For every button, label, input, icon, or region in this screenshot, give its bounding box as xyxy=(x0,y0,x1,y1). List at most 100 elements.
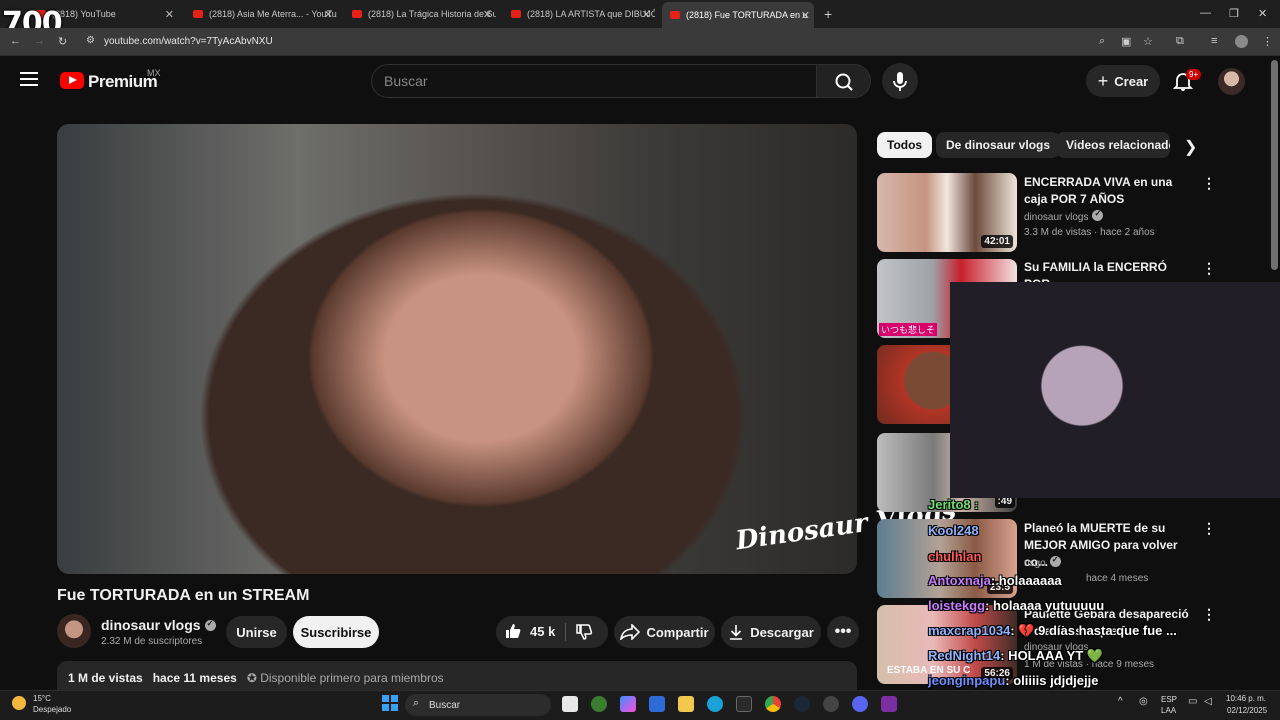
channel-avatar[interactable] xyxy=(57,614,91,648)
copilot-icon[interactable] xyxy=(620,696,636,712)
webcam-overlay xyxy=(950,282,1280,498)
taskbar-search[interactable]: Buscar xyxy=(405,694,551,716)
edge-icon[interactable] xyxy=(707,696,723,712)
join-button[interactable]: Unirse xyxy=(226,616,287,648)
discord-icon[interactable] xyxy=(852,696,868,712)
tab-label: (2818) Asia Me Aterra... - YouTu xyxy=(209,9,337,19)
store-icon[interactable] xyxy=(649,696,665,712)
more-actions-button[interactable]: ••• xyxy=(827,616,859,648)
chip-related[interactable]: Videos relacionados xyxy=(1056,132,1170,158)
share-button[interactable]: Compartir xyxy=(614,616,715,648)
more-vertical-icon[interactable]: ⋮ xyxy=(1202,520,1216,537)
video-player[interactable] xyxy=(57,124,857,574)
volume-icon[interactable]: ◁ xyxy=(1204,696,1212,707)
chrome-menu-icon[interactable]: ⋮ xyxy=(1262,35,1273,48)
related-channel-text: dinosaur vlogs xyxy=(1024,212,1089,223)
chat-message: RedNight14: HOLAAA YT 💚 xyxy=(928,648,1103,664)
dislike-button[interactable] xyxy=(575,623,593,644)
steam-icon[interactable] xyxy=(794,696,810,712)
weather-moon-icon[interactable] xyxy=(12,696,26,710)
mic-icon xyxy=(893,72,907,91)
related-channel[interactable]: dinosaur vlogs xyxy=(1024,209,1104,223)
bookmark-star-icon[interactable]: ☆ xyxy=(1143,35,1153,48)
close-window-icon[interactable]: ✕ xyxy=(1258,7,1267,20)
related-thumbnail[interactable]: 42:01 xyxy=(877,173,1017,252)
obs-icon[interactable] xyxy=(823,696,839,712)
maximize-icon[interactable]: ❐ xyxy=(1229,7,1239,20)
network-icon[interactable]: ▭ xyxy=(1188,696,1197,707)
profile-avatar[interactable] xyxy=(1235,35,1248,48)
chat-user: Antoxnaja xyxy=(928,573,991,588)
tab-close-icon[interactable]: ✕ xyxy=(324,8,333,21)
site-info-icon[interactable]: ⚙ xyxy=(86,35,95,46)
tab-close-icon[interactable]: ✕ xyxy=(165,8,174,21)
related-title[interactable]: ENCERRADA VIVA en una caja POR 7 AÑOS xyxy=(1024,174,1194,208)
windows-start-icon[interactable] xyxy=(382,695,398,711)
more-vertical-icon[interactable]: ⋮ xyxy=(1202,606,1216,623)
url-text[interactable]: youtube.com/watch?v=7TyAcAbvNXU xyxy=(104,36,273,47)
tab-torturada-active[interactable]: (2818) Fue TORTURADA en u ✕ xyxy=(662,2,814,28)
chip-all[interactable]: Todos xyxy=(877,132,933,158)
tab-asia[interactable]: (2818) Asia Me Aterra... - YouTu ✕ xyxy=(185,4,337,24)
clock-date[interactable]: 02/12/2025 xyxy=(1227,706,1267,715)
subscribe-button[interactable]: Suscribirse xyxy=(293,616,379,648)
chat-message: Kool248 xyxy=(928,523,979,538)
plus-icon: + xyxy=(1097,70,1109,91)
youtube-logo-icon[interactable] xyxy=(60,72,84,89)
tab-close-icon[interactable]: ✕ xyxy=(801,9,810,22)
scrollbar-thumb[interactable] xyxy=(1271,60,1278,270)
chat-message: Antoxnaja: holaaaaaa xyxy=(928,573,1062,588)
terminal-icon[interactable] xyxy=(736,696,752,712)
like-button[interactable]: 45 k xyxy=(504,622,555,640)
subscriber-count: 2.32 M de suscriptores xyxy=(101,636,203,647)
forward-icon[interactable]: → xyxy=(34,35,45,47)
chat-text: : holaaaaaa xyxy=(990,573,1062,588)
more-vertical-icon[interactable]: ⋮ xyxy=(1202,260,1216,277)
tab-close-icon[interactable]: ✕ xyxy=(642,8,651,21)
minimize-icon[interactable]: — xyxy=(1200,7,1211,19)
youtube-favicon-icon xyxy=(193,10,203,18)
chrome-icon[interactable] xyxy=(765,696,781,712)
duration-badge: 42:01 xyxy=(981,235,1013,248)
tray-app-icon[interactable]: ◎ xyxy=(1139,696,1148,707)
chat-user: Kool248 xyxy=(928,523,979,538)
chat-text: : oliiiis jdjdjejje xyxy=(1005,673,1099,688)
chat-message: jeonginpapu: oliiiis jdjdjejje xyxy=(928,673,1098,688)
related-channel[interactable]: usgo xyxy=(1024,555,1061,569)
view-count: 1 M de vistas xyxy=(68,671,143,685)
zoom-icon[interactable]: ⌕ xyxy=(1099,35,1105,48)
task-view-icon[interactable] xyxy=(562,696,578,712)
account-avatar[interactable] xyxy=(1218,68,1245,95)
tab-artista[interactable]: (2818) LA ARTISTA que DIBUJÓ ✕ xyxy=(503,4,655,24)
chevron-up-icon[interactable]: ^ xyxy=(1118,696,1123,707)
file-explorer-icon[interactable] xyxy=(678,696,694,712)
reload-icon[interactable]: ↻ xyxy=(58,35,67,48)
voice-search-button[interactable] xyxy=(882,63,918,99)
xbox-icon[interactable] xyxy=(591,696,607,712)
search-button[interactable] xyxy=(816,64,871,98)
menu-icon[interactable] xyxy=(20,72,38,88)
cast-icon[interactable]: ▣ xyxy=(1121,35,1131,48)
tab-tragica[interactable]: (2818) La Trágica Historia de Su ✕ xyxy=(344,4,496,24)
verified-icon xyxy=(1092,209,1104,221)
clock-time[interactable]: 10:46 p. m. xyxy=(1226,694,1266,703)
create-button[interactable]: + Crear xyxy=(1086,65,1160,97)
download-button[interactable]: Descargar xyxy=(721,616,821,648)
language-indicator[interactable]: ESP xyxy=(1161,695,1177,704)
app-icon[interactable] xyxy=(881,696,897,712)
extensions-icon[interactable]: ⧉ xyxy=(1176,35,1184,48)
back-icon[interactable]: ← xyxy=(10,35,21,47)
tab-close-icon[interactable]: ✕ xyxy=(483,8,492,21)
share-icon xyxy=(620,624,641,640)
new-tab-button[interactable]: + xyxy=(824,6,832,22)
chat-text: : 💔 9 días hasta que fue ... xyxy=(1010,623,1177,638)
search-input[interactable] xyxy=(371,64,817,98)
channel-name[interactable]: dinosaur vlogs xyxy=(101,617,216,633)
chat-user: maxcrap1034 xyxy=(928,623,1011,638)
chevron-right-icon[interactable]: ❯ xyxy=(1184,137,1197,157)
chip-channel[interactable]: De dinosaur vlogs xyxy=(936,132,1061,158)
channel-name-text: dinosaur vlogs xyxy=(101,617,201,633)
media-controls-icon[interactable]: ≡ xyxy=(1211,35,1217,47)
more-vertical-icon[interactable]: ⋮ xyxy=(1202,175,1216,192)
thumbs-up-icon xyxy=(506,624,521,638)
